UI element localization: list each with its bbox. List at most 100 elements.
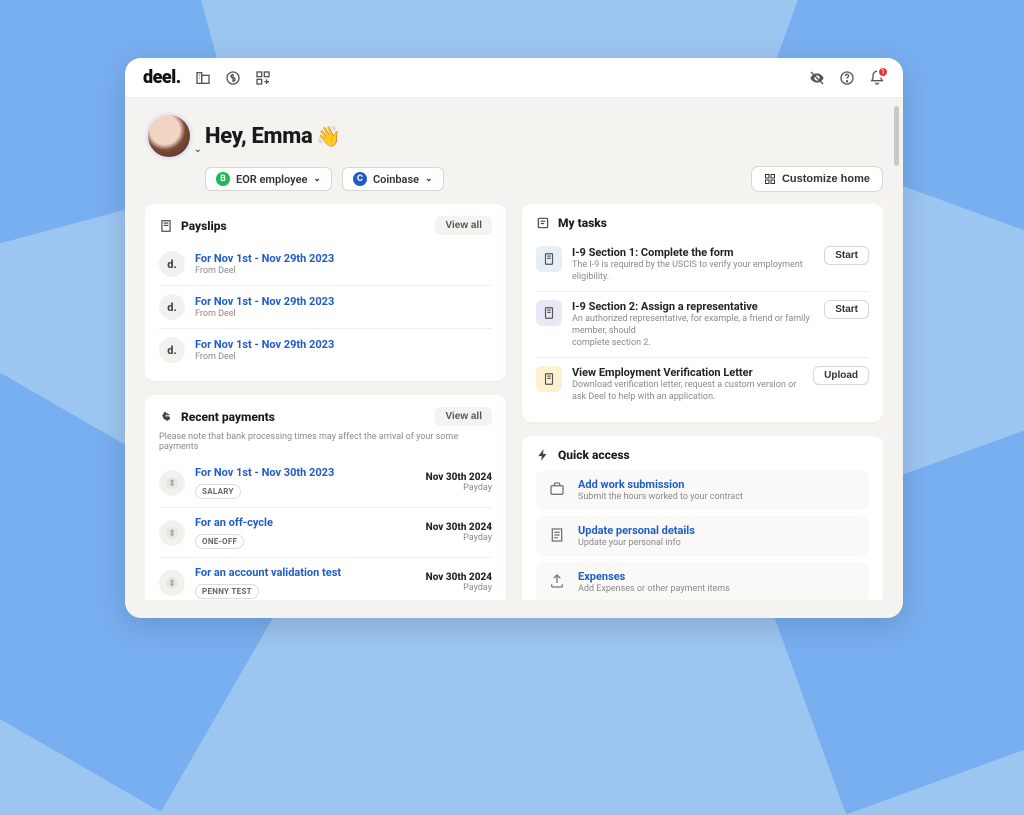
row-title: For an off-cycle: [195, 516, 416, 529]
quick-access-card: Quick access Add work submission Submit …: [522, 436, 883, 600]
view-all-button[interactable]: View all: [435, 407, 492, 426]
list-item[interactable]: d. For Nov 1st - Nov 29th 2023 From Deel: [159, 243, 492, 285]
quick-access-item[interactable]: Add work submission Submit the hours wor…: [536, 470, 869, 510]
task-action-button[interactable]: Upload: [813, 366, 869, 385]
employment-label: EOR employee: [236, 173, 307, 186]
payment-sub: Payday: [426, 483, 492, 493]
company-chip[interactable]: C Coinbase ⌄: [342, 167, 444, 191]
payment-sub: Payday: [426, 583, 492, 593]
view-all-button[interactable]: View all: [435, 216, 492, 235]
payment-date: Nov 30th 2024: [426, 522, 492, 533]
quick-access-title: Update personal details: [578, 524, 695, 537]
deel-icon: d.: [159, 251, 185, 277]
task-action-button[interactable]: Start: [824, 300, 869, 319]
customize-home-button[interactable]: Customize home: [751, 166, 883, 192]
payslips-card: Payslips View all d. For Nov 1st - Nov 2…: [145, 204, 506, 381]
top-bar: deel. 1: [125, 58, 903, 98]
quick-access-item[interactable]: Update personal details Update your pers…: [536, 516, 869, 556]
task-title: I-9 Section 1: Complete the form: [572, 246, 814, 259]
task-action-button[interactable]: Start: [824, 246, 869, 265]
context-row: B EOR employee ⌄ C Coinbase ⌄ Customize …: [205, 166, 883, 192]
visibility-off-icon[interactable]: [809, 70, 825, 86]
task-item: I-9 Section 1: Complete the form The I-9…: [536, 238, 869, 291]
brand-logo: deel.: [143, 67, 181, 88]
deel-icon: d.: [159, 337, 185, 363]
recent-payments-card: Recent payments View all Please note tha…: [145, 395, 506, 600]
chevron-down-icon[interactable]: ⌄: [194, 144, 202, 155]
row-title: For an account validation test: [195, 566, 416, 579]
money-icon: [159, 410, 173, 424]
avatar[interactable]: ⌄: [145, 112, 193, 160]
top-nav-right: 1: [809, 70, 885, 86]
row-subtitle: From Deel: [195, 352, 492, 362]
list-item[interactable]: $ For an off-cycle ONE-OFF Nov 30th 2024…: [159, 507, 492, 557]
quick-access-item[interactable]: Expenses Add Expenses or other payment i…: [536, 562, 869, 600]
payment-tag: ONE-OFF: [195, 534, 244, 549]
app-window: deel. 1: [125, 58, 903, 618]
row-title: For Nov 1st - Nov 29th 2023: [195, 338, 492, 351]
row-title: For Nov 1st - Nov 29th 2023: [195, 252, 492, 265]
notifications-icon[interactable]: 1: [869, 70, 885, 86]
svg-text:$: $: [170, 529, 174, 537]
dollar-icon: $: [159, 470, 185, 496]
payment-date: Nov 30th 2024: [426, 572, 492, 583]
task-desc: Download verification letter, request a …: [572, 380, 803, 403]
quick-access-title: Add work submission: [578, 478, 743, 491]
company-label: Coinbase: [373, 173, 419, 186]
upload-icon: [546, 570, 568, 592]
company-badge-icon: C: [353, 172, 367, 186]
dollar-icon: $: [159, 570, 185, 596]
scrollbar[interactable]: [894, 106, 899, 166]
deel-icon: d.: [159, 294, 185, 320]
dollar-icon: $: [159, 520, 185, 546]
org-icon[interactable]: [195, 70, 211, 86]
payment-date: Nov 30th 2024: [426, 472, 492, 483]
quick-access-desc: Add Expenses or other payment items: [578, 584, 730, 594]
my-tasks-card: My tasks I-9 Section 1: Complete the for…: [522, 204, 883, 422]
card-title: Recent payments: [181, 410, 275, 424]
top-nav-left: [195, 70, 271, 86]
row-subtitle: From Deel: [195, 266, 492, 276]
card-title: Quick access: [558, 448, 630, 462]
chevron-down-icon: ⌄: [425, 174, 433, 184]
payment-tag: SALARY: [195, 484, 241, 499]
page-greeting: Hey, Emma: [205, 124, 312, 149]
row-title: For Nov 1st - Nov 29th 2023: [195, 295, 492, 308]
wave-emoji: 👋: [316, 124, 341, 148]
customize-label: Customize home: [782, 173, 870, 185]
help-icon[interactable]: [839, 70, 855, 86]
task-title: I-9 Section 2: Assign a representative: [572, 300, 814, 313]
svg-text:$: $: [170, 479, 174, 487]
list-item[interactable]: $ For Nov 1st - Nov 30th 2023 SALARY Nov…: [159, 458, 492, 507]
list-item[interactable]: $ For an account validation test PENNY T…: [159, 557, 492, 600]
task-item: I-9 Section 2: Assign a representative A…: [536, 291, 869, 357]
payslip-icon: [159, 219, 173, 233]
chevron-down-icon: ⌄: [313, 174, 321, 184]
hero: ⌄ Hey, Emma 👋: [145, 112, 883, 160]
briefcase-icon: [546, 478, 568, 500]
payment-tag: PENNY TEST: [195, 584, 259, 599]
task-desc: An authorized representative, for exampl…: [572, 314, 814, 349]
row-title: For Nov 1st - Nov 30th 2023: [195, 466, 416, 479]
list-item[interactable]: d. For Nov 1st - Nov 29th 2023 From Deel: [159, 285, 492, 328]
quick-access-desc: Update your personal info: [578, 538, 695, 548]
card-subnote: Please note that bank processing times m…: [159, 432, 492, 452]
employment-type-chip[interactable]: B EOR employee ⌄: [205, 167, 332, 191]
apps-icon[interactable]: [255, 70, 271, 86]
tasks-icon: [536, 216, 550, 230]
task-item: View Employment Verification Letter Down…: [536, 357, 869, 411]
quick-access-desc: Submit the hours worked to your contract: [578, 492, 743, 502]
list-item[interactable]: d. For Nov 1st - Nov 29th 2023 From Deel: [159, 328, 492, 371]
row-subtitle: From Deel: [195, 309, 492, 319]
employment-badge-icon: B: [216, 172, 230, 186]
quick-access-title: Expenses: [578, 570, 730, 583]
task-icon: [536, 366, 562, 392]
card-title: Payslips: [181, 219, 227, 233]
document-icon: [546, 524, 568, 546]
card-title: My tasks: [558, 216, 607, 230]
currency-icon[interactable]: [225, 70, 241, 86]
lightning-icon: [536, 448, 550, 462]
task-icon: [536, 246, 562, 272]
task-icon: [536, 300, 562, 326]
payment-sub: Payday: [426, 533, 492, 543]
